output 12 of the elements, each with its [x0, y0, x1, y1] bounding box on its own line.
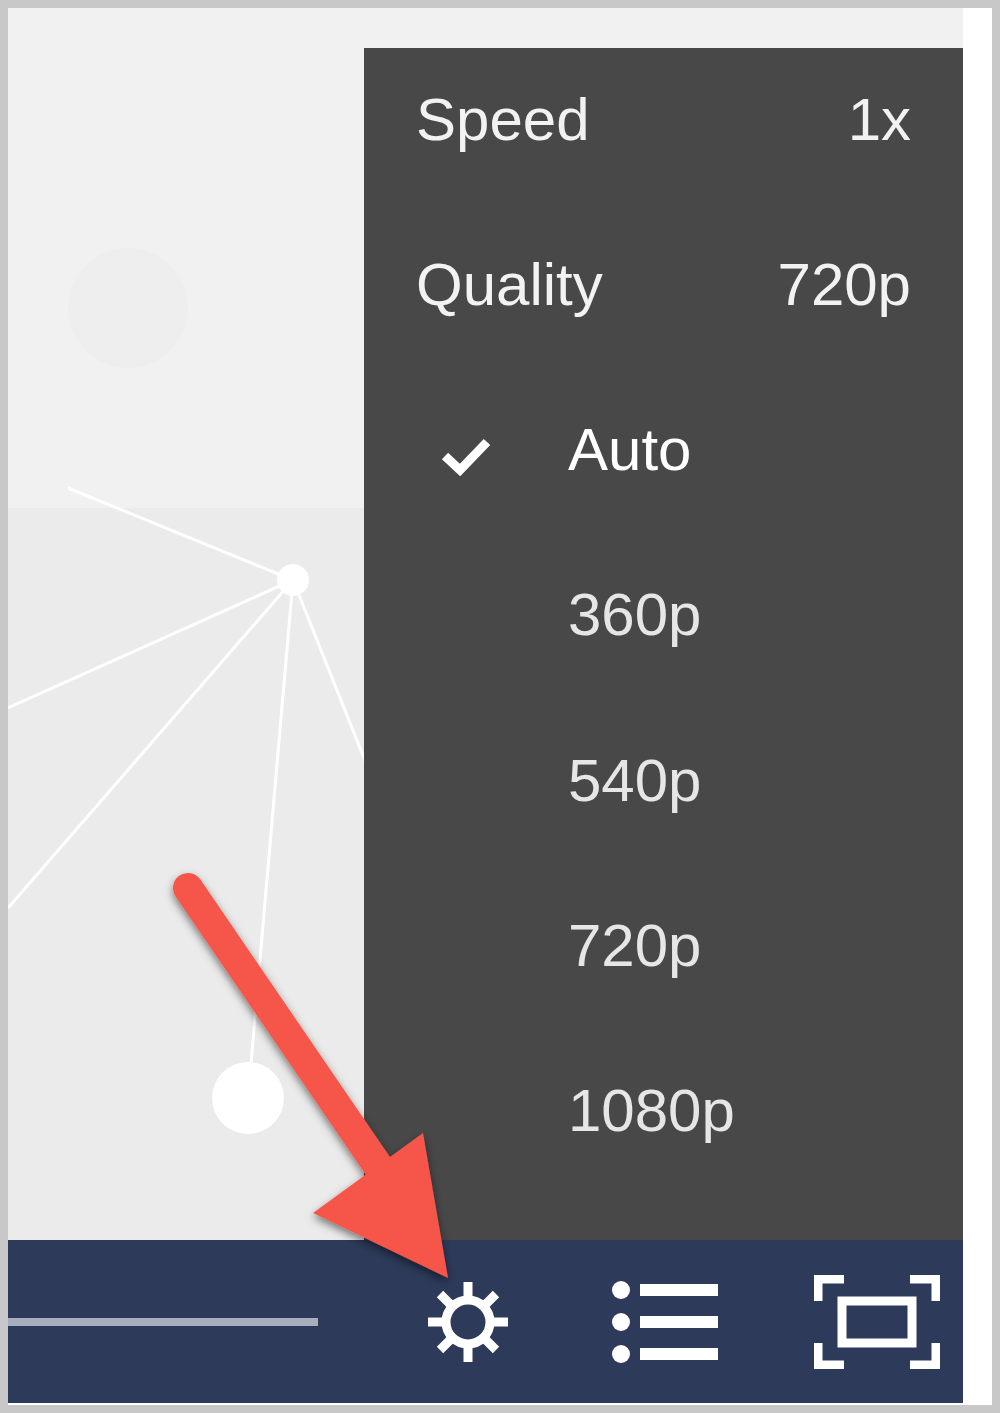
fullscreen-icon[interactable]	[814, 1273, 940, 1370]
quality-option[interactable]: 1080p	[568, 1074, 735, 1147]
setting-value: 1x	[847, 85, 911, 155]
menu-row[interactable]: Speed 1x	[364, 84, 963, 250]
quality-option[interactable]: 360p	[568, 579, 702, 652]
setting-label: Speed	[416, 85, 590, 155]
quality-option[interactable]: 540p	[568, 744, 702, 817]
menu-row[interactable]: Quality 720p	[364, 249, 963, 415]
setting-label: Quality	[416, 250, 603, 321]
quality-option[interactable]: Auto	[568, 414, 692, 487]
setting-value: 720p	[777, 250, 911, 321]
quality-option[interactable]: 720p	[568, 909, 702, 982]
